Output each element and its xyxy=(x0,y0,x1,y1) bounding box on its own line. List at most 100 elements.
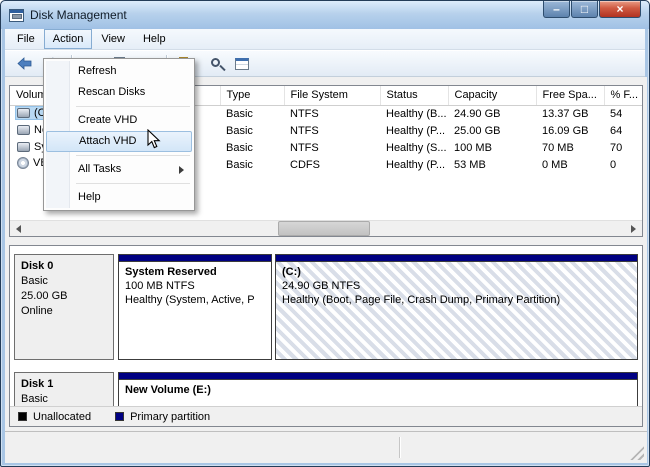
horizontal-scrollbar[interactable] xyxy=(10,220,642,236)
cell-status: Healthy (B... xyxy=(386,107,447,120)
disk-management-app-icon xyxy=(9,8,24,22)
menubar: File Action View Help xyxy=(5,29,645,50)
cell-status: Healthy (S... xyxy=(386,141,447,154)
cell-percent-free: 54 xyxy=(610,107,623,120)
back-icon xyxy=(16,57,31,70)
cell-capacity: 100 MB xyxy=(454,141,492,154)
primary-partition-color-bar xyxy=(276,255,637,262)
menu-item-all-tasks[interactable]: All Tasks xyxy=(46,159,192,180)
search-button[interactable] xyxy=(201,53,227,75)
cell-free-space: 70 MB xyxy=(542,141,574,154)
partition-status: Healthy (Boot, Page File, Crash Dump, Pr… xyxy=(282,294,561,306)
cell-free-space: 13.37 GB xyxy=(542,107,589,120)
menu-file[interactable]: File xyxy=(8,29,44,49)
menu-item-label: All Tasks xyxy=(78,163,122,175)
search-icon xyxy=(211,57,220,67)
legend-label: Unallocated xyxy=(33,410,92,423)
cell-status: Healthy (P... xyxy=(386,158,446,171)
partition-detail: 24.90 GB NTFS xyxy=(282,280,361,292)
titlebar[interactable]: Disk Management – □ × xyxy=(1,1,649,29)
scroll-right-icon xyxy=(631,224,636,233)
menu-separator xyxy=(76,183,190,184)
menu-help[interactable]: Help xyxy=(134,29,175,49)
menu-separator xyxy=(76,106,190,107)
partition-title: New Volume (E:) xyxy=(125,384,211,396)
minimize-icon: – xyxy=(553,2,560,16)
legend-label: Primary partition xyxy=(130,410,211,423)
resize-grip-icon[interactable] xyxy=(630,446,644,460)
drive-icon xyxy=(17,124,30,135)
column-header-status[interactable]: Status xyxy=(380,86,449,106)
menu-action[interactable]: Action xyxy=(43,29,93,49)
partition-title: System Reserved xyxy=(125,266,217,278)
cell-capacity: 25.00 GB xyxy=(454,124,501,137)
disk-type: Basic xyxy=(21,275,48,287)
disk-name: Disk 1 xyxy=(21,378,54,390)
menu-item-help[interactable]: Help xyxy=(46,187,192,208)
cell-free-space: 16.09 GB xyxy=(542,124,589,137)
properties-button[interactable] xyxy=(229,53,255,75)
column-header-free-space[interactable]: Free Spa... xyxy=(536,86,605,106)
action-menu-popup: Refresh Rescan Disks Create VHD Attach V… xyxy=(43,58,195,211)
properties-icon xyxy=(235,57,249,70)
column-header-percent-free[interactable]: % F... xyxy=(604,86,642,106)
submenu-arrow-icon xyxy=(179,166,184,174)
cell-type: Basic xyxy=(226,141,253,154)
column-header-file-system[interactable]: File System xyxy=(284,86,381,106)
menu-item-create-vhd[interactable]: Create VHD xyxy=(46,110,192,131)
cell-capacity: 53 MB xyxy=(454,158,486,171)
disk-0-header[interactable]: Disk 0 Basic 25.00 GB Online xyxy=(14,254,114,360)
disk-graphical-pane: Disk 0 Basic 25.00 GB Online System Rese… xyxy=(9,245,643,427)
column-header-type[interactable]: Type xyxy=(220,86,285,106)
primary-partition-swatch xyxy=(115,412,125,421)
scroll-left-button[interactable] xyxy=(10,221,27,236)
cell-file-system: NTFS xyxy=(290,141,319,154)
scrollbar-thumb[interactable] xyxy=(278,221,371,236)
menu-item-refresh[interactable]: Refresh xyxy=(46,61,192,82)
status-bar-divider xyxy=(399,437,400,458)
cell-file-system: NTFS xyxy=(290,107,319,120)
window-title: Disk Management xyxy=(30,8,127,22)
cell-type: Basic xyxy=(226,124,253,137)
scroll-right-button[interactable] xyxy=(625,221,642,236)
back-button[interactable] xyxy=(11,53,37,75)
drive-icon xyxy=(17,107,30,118)
partition-legend: Unallocated Primary partition xyxy=(10,406,642,426)
cell-status: Healthy (P... xyxy=(386,124,446,137)
disk-name: Disk 0 xyxy=(21,260,54,272)
cell-type: Basic xyxy=(226,158,253,171)
pane-splitter[interactable] xyxy=(9,237,643,245)
close-button[interactable]: × xyxy=(599,1,641,18)
cell-capacity: 24.90 GB xyxy=(454,107,501,120)
disk-management-window: Disk Management – □ × File Action View H… xyxy=(0,0,650,467)
primary-partition-color-bar xyxy=(119,255,271,262)
maximize-icon: □ xyxy=(580,2,589,16)
window-controls: – □ × xyxy=(543,1,641,18)
unallocated-swatch xyxy=(18,412,27,421)
partition-system-reserved[interactable]: System Reserved 100 MB NTFS Healthy (Sys… xyxy=(118,254,272,360)
menu-separator xyxy=(76,155,190,156)
disk-0-row: Disk 0 Basic 25.00 GB Online System Rese… xyxy=(14,254,638,360)
partition-c[interactable]: (C:) 24.90 GB NTFS Healthy (Boot, Page F… xyxy=(275,254,638,360)
column-header-capacity[interactable]: Capacity xyxy=(448,86,537,106)
partition-status: Healthy (System, Active, P xyxy=(125,294,255,306)
menu-view[interactable]: View xyxy=(92,29,134,49)
cell-percent-free: 0 xyxy=(610,158,617,171)
primary-partition-color-bar xyxy=(119,373,637,380)
cell-type: Basic xyxy=(226,107,253,120)
cell-file-system: NTFS xyxy=(290,124,319,137)
disk-status: Online xyxy=(21,305,53,317)
drive-icon xyxy=(17,141,30,152)
close-icon: × xyxy=(616,2,624,16)
maximize-button[interactable]: □ xyxy=(571,1,598,18)
cell-percent-free: 70 xyxy=(610,141,623,154)
disk-size: 25.00 GB xyxy=(21,290,68,302)
disk-type: Basic xyxy=(21,393,48,405)
minimize-button[interactable]: – xyxy=(543,1,570,18)
partition-title: (C:) xyxy=(282,266,301,278)
cd-rom-icon xyxy=(17,157,29,169)
menu-item-attach-vhd[interactable]: Attach VHD xyxy=(46,131,192,152)
disk-0-partitions: System Reserved 100 MB NTFS Healthy (Sys… xyxy=(118,254,638,360)
scrollbar-track[interactable] xyxy=(27,221,625,236)
menu-item-rescan-disks[interactable]: Rescan Disks xyxy=(46,82,192,103)
